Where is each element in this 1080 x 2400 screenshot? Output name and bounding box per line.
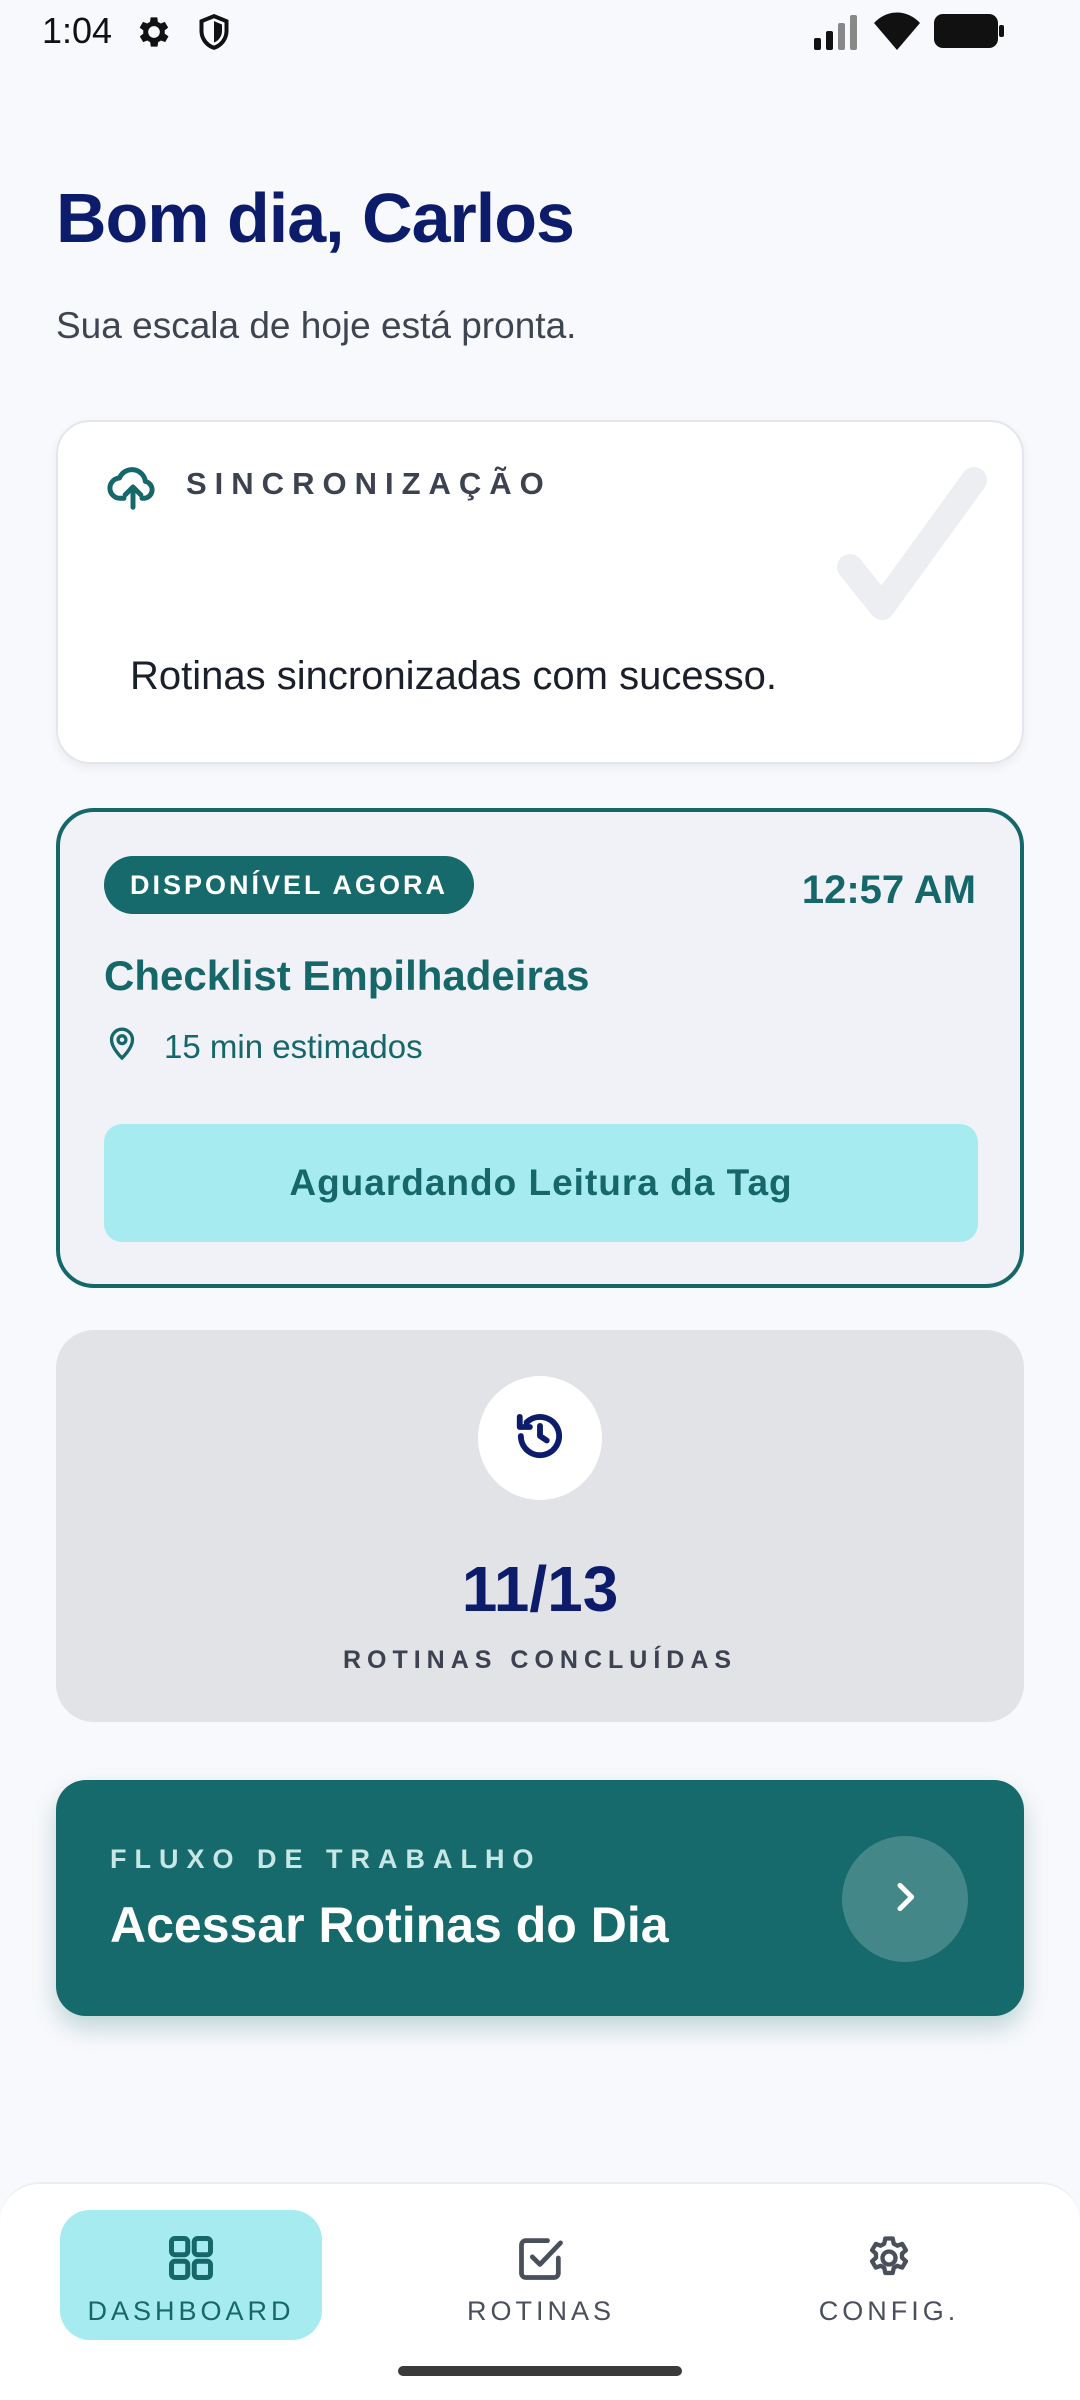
shield-icon [194, 12, 234, 52]
greeting-subtitle: Sua escala de hoje está pronta. [56, 305, 577, 346]
status-bar: 1:04 [0, 0, 1080, 64]
nav-item-rotinas[interactable]: ROTINAS [410, 2210, 672, 2340]
grid-icon [60, 2232, 322, 2284]
gear-icon [758, 2232, 1020, 2284]
nav-label-rotinas: ROTINAS [466, 2296, 615, 2326]
workflow-arrow-button[interactable] [842, 1836, 968, 1962]
signal-icon [814, 14, 860, 50]
nav-item-config[interactable]: CONFIG. [758, 2210, 1020, 2340]
progress-card: 11/13 ROTINAS CONCLUÍDAS [56, 1330, 1024, 1722]
nav-label-config: CONFIG. [818, 2296, 960, 2326]
greeting-title: Bom dia, Carlos [56, 179, 575, 257]
home-indicator[interactable] [398, 2366, 682, 2376]
routines-completed-count: 11/13 [461, 1553, 619, 1625]
history-icon [513, 1409, 567, 1468]
wifi-icon [874, 12, 920, 50]
status-badge: DISPONÍVEL AGORA [104, 856, 475, 914]
routine-estimate: 15 min estimados [104, 1024, 423, 1070]
checkmark-icon [832, 462, 992, 637]
battery-icon [934, 14, 1004, 48]
routine-title: Checklist Empilhadeiras [104, 952, 590, 999]
awaiting-tag-button[interactable]: Aguardando Leitura da Tag [104, 1124, 978, 1242]
sync-message: Rotinas sincronizadas com sucesso. [130, 654, 777, 698]
routine-estimate-text: 15 min estimados [164, 1028, 423, 1065]
cloud-upload-icon [106, 460, 160, 519]
access-routines-button[interactable]: FLUXO DE TRABALHO Acessar Rotinas do Dia [56, 1780, 1024, 2016]
nav-label-dashboard: DASHBOARD [87, 2296, 295, 2326]
sync-label: SINCRONIZAÇÃO [186, 466, 552, 501]
status-time: 1:04 [42, 10, 113, 51]
routine-card[interactable]: DISPONÍVEL AGORA 12:57 AM Checklist Empi… [56, 808, 1024, 1288]
workflow-label: FLUXO DE TRABALHO [110, 1844, 542, 1874]
history-icon-container [478, 1376, 602, 1500]
checkbox-icon [410, 2232, 672, 2284]
sync-card: SINCRONIZAÇÃO Rotinas sincronizadas com … [56, 420, 1024, 764]
routines-completed-label: ROTINAS CONCLUÍDAS [342, 1646, 738, 1674]
workflow-title: Acessar Rotinas do Dia [110, 1897, 669, 1953]
gear-icon [134, 12, 174, 52]
routine-time: 12:57 AM [801, 868, 976, 912]
nav-item-dashboard[interactable]: DASHBOARD [60, 2210, 322, 2340]
location-pin-icon [104, 1024, 140, 1070]
chevron-right-icon [885, 1877, 925, 1922]
